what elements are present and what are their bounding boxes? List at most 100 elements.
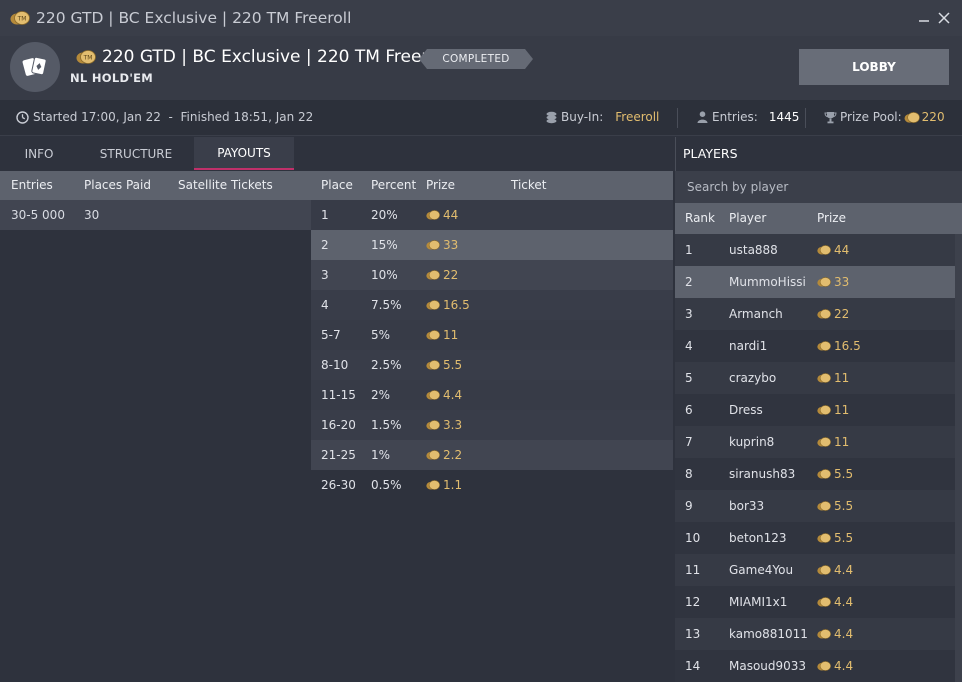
tm-coin-icon: TM	[76, 50, 96, 64]
player-prize-value: 11	[834, 371, 850, 385]
payout-place: 5-7	[321, 328, 341, 342]
payout-prize: 16.5	[426, 298, 470, 312]
places-paid-value: 30	[84, 208, 100, 222]
player-row[interactable]: 7 kuprin8 11	[675, 426, 955, 458]
col-entries: Entries	[11, 178, 53, 192]
player-row[interactable]: 9 bor33 5.5	[675, 490, 955, 522]
player-name: beton123	[729, 531, 787, 545]
tm-coin-icon	[817, 309, 831, 319]
lobby-button[interactable]: LOBBY	[799, 49, 949, 85]
time-info: Started 17:00, Jan 22 - Finished 18:51, …	[16, 110, 313, 124]
tm-coin-icon	[426, 240, 440, 250]
player-rank: 9	[685, 499, 693, 513]
player-prize-value: 44	[834, 243, 850, 257]
player-prize-value: 4.4	[834, 627, 854, 641]
player-prize-value: 4.4	[834, 659, 854, 673]
player-row[interactable]: 10 beton123 5.5	[675, 522, 955, 554]
player-name: Armanch	[729, 307, 783, 321]
player-rank: 4	[685, 339, 693, 353]
tm-coin-icon	[426, 390, 440, 400]
payout-prize-value: 16.5	[443, 298, 470, 312]
payout-prize: 11	[426, 328, 458, 342]
player-prize-value: 5.5	[834, 467, 854, 481]
player-name: kuprin8	[729, 435, 775, 449]
player-row[interactable]: 1 usta888 44	[675, 234, 955, 266]
minimize-button[interactable]	[914, 8, 934, 28]
tab-info[interactable]: INFO	[0, 137, 78, 170]
col-rank: Rank	[685, 211, 715, 225]
tm-coin-icon	[817, 341, 831, 351]
tm-coin-icon	[817, 469, 831, 479]
player-name: MummoHissi	[729, 275, 806, 289]
player-row[interactable]: 4 nardi1 16.5	[675, 330, 955, 362]
player-prize: 44	[817, 243, 849, 257]
player-prize-value: 11	[834, 403, 850, 417]
payout-row[interactable]: 3 10% 22	[311, 260, 673, 290]
tab-payouts[interactable]: PAYOUTS	[194, 137, 294, 170]
game-logo	[10, 42, 60, 92]
payout-percent: 15%	[371, 238, 398, 252]
payout-row[interactable]: 11-15 2% 4.4	[311, 380, 673, 410]
prize-pool-label: Prize Pool:	[840, 110, 902, 124]
payout-prize: 2.2	[426, 448, 462, 462]
window-title: 220 GTD | BC Exclusive | 220 TM Freeroll	[36, 9, 352, 27]
players-column-header: Rank Player Prize	[675, 203, 962, 234]
close-button[interactable]	[934, 8, 954, 28]
player-prize: 33	[817, 275, 849, 289]
payout-column-header: Entries Places Paid Satellite Tickets Pl…	[0, 171, 673, 200]
payout-row[interactable]: 16-20 1.5% 3.3	[311, 410, 673, 440]
player-search-input[interactable]	[675, 171, 962, 203]
payout-percent: 1%	[371, 448, 391, 462]
players-scrollbar-thumb[interactable]	[955, 234, 962, 682]
player-row[interactable]: 5 crazybo 11	[675, 362, 955, 394]
player-rank: 6	[685, 403, 693, 417]
cards-icon	[22, 56, 47, 76]
tm-coin-icon	[817, 245, 831, 255]
payout-row[interactable]: 1 20% 44	[311, 200, 673, 230]
tm-coin-icon: TM	[10, 11, 30, 25]
player-prize-value: 22	[834, 307, 850, 321]
payout-row[interactable]: 4 7.5% 16.5	[311, 290, 673, 320]
entries-row[interactable]: 30-5 000 30	[0, 200, 311, 230]
payout-prize-value: 3.3	[443, 418, 463, 432]
player-name: usta888	[729, 243, 778, 257]
entries-label: Entries:	[712, 110, 758, 124]
player-rank: 1	[685, 243, 693, 257]
payout-place: 21-25	[321, 448, 356, 462]
payout-row[interactable]: 26-30 0.5% 1.1	[311, 470, 673, 500]
player-prize-value: 4.4	[834, 563, 854, 577]
player-row[interactable]: 3 Armanch 22	[675, 298, 955, 330]
player-prize-value: 5.5	[834, 499, 854, 513]
tab-structure[interactable]: STRUCTURE	[78, 137, 194, 170]
status-badge: COMPLETED	[419, 49, 533, 69]
payout-row[interactable]: 21-25 1% 2.2	[311, 440, 673, 470]
tournament-title-text: 220 GTD | BC Exclusive | 220 TM Freeroll	[102, 47, 448, 67]
player-prize: 4.4	[817, 659, 853, 673]
buyin-info: Buy-In: Freeroll	[546, 110, 659, 124]
col-prize: Prize	[426, 178, 455, 192]
tournament-title: TM 220 GTD | BC Exclusive | 220 TM Freer…	[76, 47, 448, 67]
entries-range: 30-5 000	[11, 208, 65, 222]
player-row[interactable]: 14 Masoud9033 4.4	[675, 650, 955, 682]
player-row[interactable]: 6 Dress 11	[675, 394, 955, 426]
payout-row[interactable]: 5-7 5% 11	[311, 320, 673, 350]
player-prize: 5.5	[817, 531, 853, 545]
player-rank: 13	[685, 627, 701, 641]
player-row[interactable]: 8 siranush83 5.5	[675, 458, 955, 490]
payout-prize-value: 1.1	[443, 478, 463, 492]
entries-value: 1445	[768, 110, 800, 124]
payout-place: 2	[321, 238, 329, 252]
player-prize-value: 5.5	[834, 531, 854, 545]
player-rank: 14	[685, 659, 701, 673]
payout-row[interactable]: 2 15% 33	[311, 230, 673, 260]
tm-coin-icon	[904, 111, 920, 123]
player-row[interactable]: 13 kamo881011 4.4	[675, 618, 955, 650]
player-row[interactable]: 12 MIAMI1x1 4.4	[675, 586, 955, 618]
time-text: Started 17:00, Jan 22 - Finished 18:51, …	[33, 110, 314, 124]
player-row[interactable]: 11 Game4You 4.4	[675, 554, 955, 586]
tab-bar: INFO STRUCTURE PAYOUTS	[0, 137, 673, 170]
player-row[interactable]: 2 MummoHissi 33	[675, 266, 955, 298]
payout-row[interactable]: 8-10 2.5% 5.5	[311, 350, 673, 380]
payout-prize-value: 11	[443, 328, 459, 342]
player-prize-value: 33	[834, 275, 850, 289]
